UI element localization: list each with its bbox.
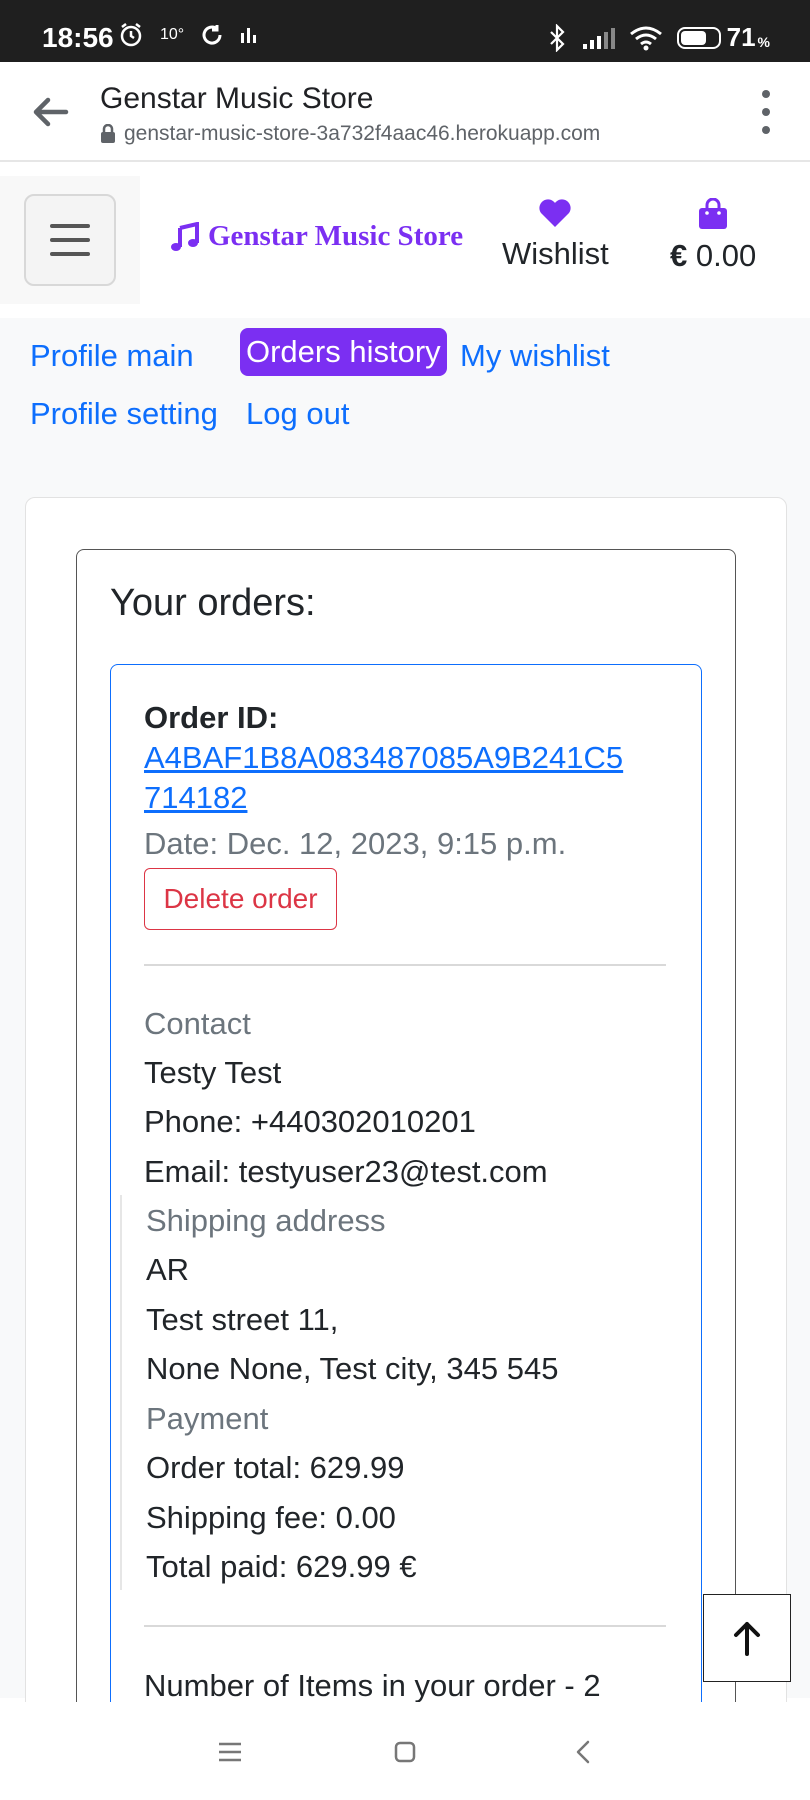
wifi-icon: [629, 26, 662, 50]
back-to-top-button[interactable]: [703, 1594, 791, 1682]
battery-percent-symbol: %: [757, 33, 770, 50]
order-total: Order total: 629.99: [146, 1450, 405, 1485]
nav-profile-setting[interactable]: Profile setting: [24, 390, 224, 438]
bag-amount: 0.00: [695, 238, 757, 273]
order-date: Date: Dec. 12, 2023, 9:15 p.m.: [144, 826, 567, 861]
back-nav-icon[interactable]: [565, 1734, 601, 1770]
bluetooth-icon: [549, 23, 565, 52]
system-nav-bar: [0, 1702, 810, 1800]
status-left-icons: 10°: [118, 22, 258, 48]
divider: [144, 964, 666, 966]
status-time: 18:56: [42, 22, 114, 53]
battery-icon: [676, 26, 721, 49]
shipping-street: Test street 11,: [146, 1302, 339, 1337]
address-border: [120, 1195, 122, 1590]
shopping-bag-icon: [699, 198, 728, 229]
status-right-icons: 71 %: [547, 22, 770, 53]
contact-name: Testy Test: [144, 1055, 282, 1090]
payment-heading: Payment: [146, 1401, 269, 1436]
battery-percent: 71: [726, 22, 756, 52]
total-paid: Total paid: 629.99 €: [146, 1549, 417, 1584]
order-id-label: Order ID:: [144, 700, 279, 735]
shipping-heading: Shipping address: [146, 1203, 386, 1238]
lock-icon: [101, 124, 115, 143]
nav-log-out[interactable]: Log out: [240, 390, 355, 438]
hamburger-menu-button[interactable]: [24, 194, 116, 286]
nav-my-wishlist[interactable]: My wishlist: [454, 332, 616, 380]
browser-toolbar: Genstar Music Store genstar-music-store-…: [0, 62, 810, 162]
shipping-country: AR: [146, 1252, 190, 1287]
sync-icon: [202, 25, 222, 45]
browser-menu-icon[interactable]: [758, 90, 774, 134]
shopping-bag-link[interactable]: € 0.00: [670, 198, 756, 274]
arrow-up-icon: [734, 1622, 760, 1656]
site-header: Genstar Music Store Wishlist € 0.00: [0, 176, 810, 304]
order-id-link-line1[interactable]: A4BAF1B8A083487085A9B241C5: [144, 740, 623, 776]
status-temperature: 10°: [160, 26, 185, 43]
nav-orders-history[interactable]: Orders history: [240, 328, 447, 376]
brand-name: Genstar Music Store: [208, 220, 464, 252]
orders-heading: Your orders:: [110, 582, 316, 624]
divider: [144, 1625, 666, 1627]
shipping-city: None None, Test city, 345 545: [146, 1351, 559, 1386]
browser-url[interactable]: genstar-music-store-3a732f4aac46.herokua…: [124, 122, 600, 146]
wishlist-label: Wishlist: [502, 236, 609, 271]
status-bar: 18:56 10° 71 %: [0, 0, 810, 62]
battery-indicator: 71 %: [676, 22, 770, 53]
browser-url-row[interactable]: genstar-music-store-3a732f4aac46.herokua…: [100, 122, 600, 146]
shipping-fee: Shipping fee: 0.00: [146, 1500, 396, 1535]
alarm-icon: [120, 23, 142, 47]
cell-signal-icon: [582, 27, 615, 49]
brand-logo[interactable]: Genstar Music Store: [170, 220, 463, 253]
order-id-link-line2[interactable]: 714182: [144, 780, 247, 816]
nav-profile-main[interactable]: Profile main: [24, 332, 200, 380]
items-count: Number of Items in your order - 2: [144, 1668, 601, 1703]
contact-email: Email: testyuser23@test.com: [144, 1154, 548, 1189]
bag-total: € 0.00: [670, 238, 756, 274]
bag-currency: €: [670, 238, 688, 273]
heart-icon: [539, 199, 571, 227]
delete-order-button[interactable]: Delete order: [144, 868, 337, 930]
recent-apps-icon[interactable]: [212, 1734, 248, 1770]
equalizer-icon: [241, 28, 257, 43]
music-note-icon: [171, 221, 199, 251]
contact-phone: Phone: +440302010201: [144, 1104, 476, 1139]
browser-page-title: Genstar Music Store: [100, 82, 374, 115]
home-icon[interactable]: [387, 1734, 423, 1770]
wishlist-link[interactable]: Wishlist: [502, 198, 609, 272]
contact-heading: Contact: [144, 1006, 251, 1041]
back-arrow-icon[interactable]: [28, 90, 72, 134]
